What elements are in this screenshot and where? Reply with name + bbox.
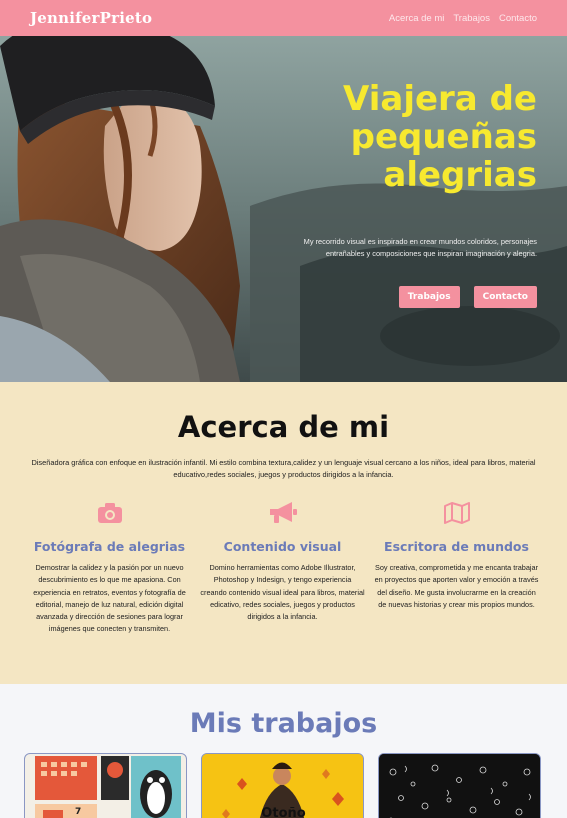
card-caption: Otoño: [261, 806, 306, 818]
work-thumbnail: [35, 756, 181, 818]
camera-icon: [27, 500, 192, 526]
nav-links: Acerca de mi Trabajos Contacto: [389, 13, 537, 24]
feature-writer: Escritora de mundos Soy creativa, compro…: [374, 500, 539, 611]
map-icon: [374, 500, 539, 526]
top-navbar: JenniferPrieto Acerca de mi Trabajos Con…: [0, 0, 567, 36]
works-button[interactable]: Trabajos: [398, 286, 460, 308]
work-card-pattern[interactable]: [378, 753, 541, 818]
feature-text: Soy creativa, comprometida y me encanta …: [374, 563, 539, 609]
megaphone-icon: [200, 500, 365, 526]
work-thumbnail: [379, 754, 540, 818]
about-description: Diseñadora gráfica con enfoque en ilustr…: [31, 458, 536, 480]
work-card-otono[interactable]: Otoño: [201, 753, 364, 818]
hero-buttons: Trabajos Contacto: [398, 286, 537, 308]
hero-description: My recorrido visual es inspirado en crea…: [303, 237, 537, 259]
feature-text: Demostrar la calidez y la pasión por un …: [33, 563, 186, 634]
brand-logo[interactable]: JenniferPrieto: [30, 9, 152, 27]
contact-button[interactable]: Contacto: [473, 286, 537, 308]
works-title: Mis trabajos: [189, 708, 378, 739]
feature-title: Fotógrafa de alegrias: [33, 539, 186, 554]
hero-section: Viajera de pequeñas alegrias My recorrid…: [0, 36, 567, 382]
nav-link-contact[interactable]: Contacto: [499, 13, 537, 24]
nav-link-about[interactable]: Acerca de mi: [389, 13, 444, 24]
calendar-day: 7: [75, 807, 82, 817]
feature-photography: Fotógrafa de alegrias Demostrar la calid…: [27, 500, 192, 636]
nav-link-works[interactable]: Trabajos: [453, 13, 490, 24]
feature-title: Contenido visual: [223, 539, 342, 554]
work-card-calendar[interactable]: 7: [24, 753, 187, 818]
hero-title: Viajera de pequeñas alegrias: [343, 79, 537, 196]
about-section: Acerca de mi Diseñadora gráfica con enfo…: [0, 382, 567, 684]
feature-title: Escritora de mundos: [384, 539, 529, 554]
feature-visual-content: Contenido visual Domino herramientas com…: [200, 500, 365, 623]
feature-text: Domino herramientas como Adobe Illustrat…: [200, 563, 365, 621]
about-title: Acerca de mi: [177, 410, 390, 444]
works-section: Mis trabajos 7 Otoño: [0, 684, 567, 818]
